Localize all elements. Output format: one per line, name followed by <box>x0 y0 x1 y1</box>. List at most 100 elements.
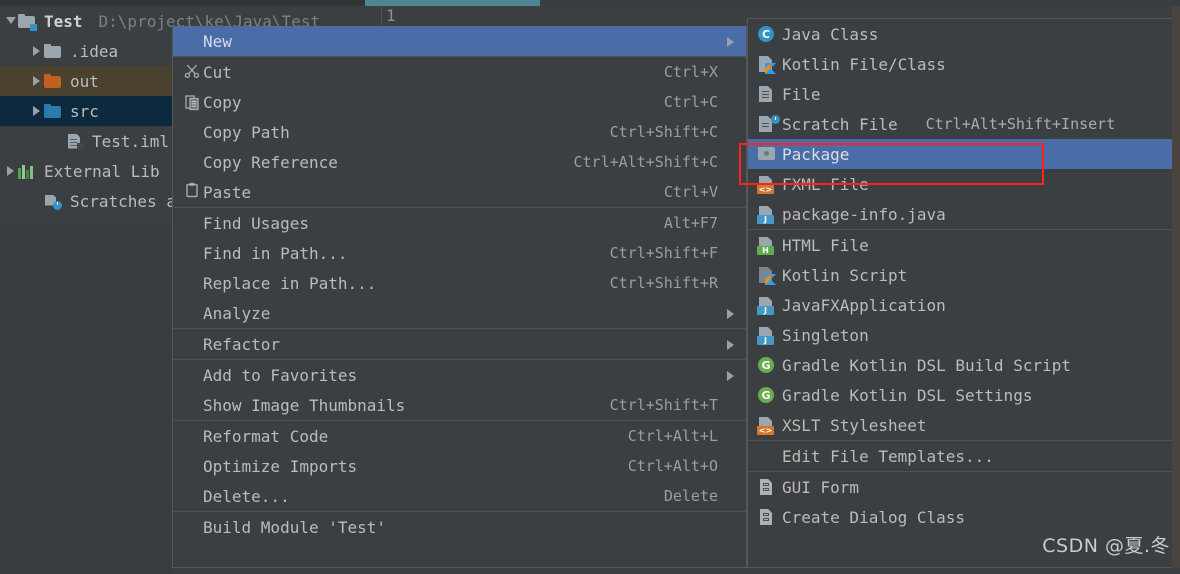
menu-item-shortcut: Ctrl+Alt+Shift+C <box>573 153 719 171</box>
gui-form-icon <box>756 478 782 496</box>
new-item-file[interactable]: File <box>748 79 1172 109</box>
menu-item-shortcut: Ctrl+Shift+F <box>609 244 718 262</box>
context-menu-items: New Cut Ctrl+X Copy Ctrl+C Copy Path Ctrl+Shif… <box>173 26 746 542</box>
menu-item-show-image-thumbnails[interactable]: Show Image Thumbnails Ctrl+Shift+T <box>173 390 746 420</box>
new-item-label: Singleton <box>782 325 869 345</box>
tab-partial-label[interactable]: 1 <box>386 6 396 25</box>
menu-item-reformat-code[interactable]: Reformat Code Ctrl+Alt+L <box>173 421 746 451</box>
tree-item-label: src <box>70 101 99 121</box>
menu-item-refactor[interactable]: Refactor <box>173 329 746 359</box>
new-item-scratch-file[interactable]: Scratch File Ctrl+Alt+Shift+Insert <box>748 109 1172 139</box>
new-item-label: Create Dialog Class <box>782 507 966 527</box>
new-item-label: File <box>782 84 821 104</box>
menu-item-label: Copy Reference <box>203 152 338 172</box>
new-item-gradle-kotlin-dsl-settings[interactable]: G Gradle Kotlin DSL Settings <box>748 380 1172 410</box>
new-item-create-dialog-class[interactable]: Create Dialog Class <box>748 502 1172 532</box>
new-submenu[interactable]: C Java Class Kotlin File/Class File Scratch … <box>747 18 1173 568</box>
package-icon <box>756 145 782 163</box>
menu-item-shortcut: Ctrl+Shift+R <box>609 274 718 292</box>
kotlin-script-icon <box>756 266 782 285</box>
chevron-right-icon <box>52 134 66 148</box>
new-item-package[interactable]: Package <box>748 139 1172 169</box>
chevron-right-icon[interactable] <box>4 164 18 178</box>
new-item-javafxapplication[interactable]: J JavaFXApplication <box>748 290 1172 320</box>
menu-item-label: Build Module 'Test' <box>203 517 387 537</box>
new-item-label: XSLT Stylesheet <box>782 415 927 435</box>
new-item-label: Kotlin Script <box>782 265 908 285</box>
context-menu[interactable]: New Cut Ctrl+X Copy Ctrl+C Copy Path Ctrl+Shif… <box>172 26 747 568</box>
java-file-icon: J <box>756 205 782 224</box>
new-item-fxml-file[interactable]: <> FXML File <box>748 169 1172 199</box>
chevron-right-icon[interactable] <box>30 104 44 118</box>
menu-item-copy-path[interactable]: Copy Path Ctrl+Shift+C <box>173 117 746 147</box>
menu-item-label: Optimize Imports <box>203 456 358 476</box>
menu-item-build-module-test[interactable]: Build Module 'Test' <box>173 512 746 542</box>
tree-item-label: External Lib <box>44 161 160 181</box>
watermark-text: CSDN @夏.冬 <box>1042 535 1170 557</box>
scissors-icon <box>184 63 200 82</box>
menu-item-find-in-path[interactable]: Find in Path... Ctrl+Shift+F <box>173 238 746 268</box>
new-item-kotlin-script[interactable]: Kotlin Script <box>748 260 1172 290</box>
new-item-label: FXML File <box>782 174 869 194</box>
menu-item-shortcut: Ctrl+V <box>663 183 718 201</box>
menu-item-label: Replace in Path... <box>203 273 377 293</box>
chevron-down-icon[interactable] <box>4 14 18 28</box>
new-item-label: GUI Form <box>782 477 860 497</box>
paste-icon <box>184 182 200 202</box>
no-icon <box>756 447 782 465</box>
new-item-label: Kotlin File/Class <box>782 54 946 74</box>
new-item-label: Package <box>782 144 850 164</box>
menu-item-optimize-imports[interactable]: Optimize Imports Ctrl+Alt+O <box>173 451 746 481</box>
menu-item-label: Copy <box>203 92 242 112</box>
menu-item-label: Copy Path <box>203 122 290 142</box>
menu-item-shortcut: Ctrl+Alt+O <box>627 457 718 475</box>
new-item-java-class[interactable]: C Java Class <box>748 19 1172 49</box>
new-item-html-file[interactable]: H HTML File <box>748 230 1172 260</box>
chevron-right-icon[interactable] <box>30 74 44 88</box>
tree-item-label: out <box>70 71 99 91</box>
menu-item-shortcut: Ctrl+Shift+T <box>609 396 718 414</box>
new-item-label: Scratch File <box>782 114 898 134</box>
menu-item-label: Add to Favorites <box>203 365 358 385</box>
menu-item-paste[interactable]: Paste Ctrl+V <box>173 177 746 207</box>
new-item-edit-file-templates[interactable]: Edit File Templates... <box>748 441 1172 471</box>
right-gutter <box>1172 6 1180 568</box>
tree-item-label: Test.iml <box>92 131 170 151</box>
menu-item-shortcut: Ctrl+C <box>663 93 718 111</box>
module-badge-icon <box>30 23 37 31</box>
new-item-label: Gradle Kotlin DSL Settings <box>782 385 1033 405</box>
gradle-icon: G <box>756 356 782 374</box>
menu-item-find-usages[interactable]: Find Usages Alt+F7 <box>173 208 746 238</box>
menu-item-label: Reformat Code <box>203 426 329 446</box>
new-item-package-info-java[interactable]: Jpackage-info.java <box>748 199 1172 229</box>
scratches-icon <box>44 194 62 210</box>
menu-item-cut[interactable]: Cut Ctrl+X <box>173 57 746 87</box>
html-file-icon: H <box>756 236 782 255</box>
menu-item-replace-in-path[interactable]: Replace in Path... Ctrl+Shift+R <box>173 268 746 298</box>
menu-item-copy-reference[interactable]: Copy Reference Ctrl+Alt+Shift+C <box>173 147 746 177</box>
chevron-right-icon[interactable] <box>30 44 44 58</box>
menu-item-delete[interactable]: Delete... Delete <box>173 481 746 511</box>
new-item-xslt-stylesheet[interactable]: <> XSLT Stylesheet <box>748 410 1172 440</box>
menu-item-label: New <box>203 31 232 51</box>
libraries-icon <box>18 164 36 179</box>
menu-item-copy[interactable]: Copy Ctrl+C <box>173 87 746 117</box>
menu-item-label: Find in Path... <box>203 243 348 263</box>
menu-item-new[interactable]: New <box>173 26 746 56</box>
file-icon <box>756 85 782 103</box>
menu-item-add-to-favorites[interactable]: Add to Favorites <box>173 360 746 390</box>
menu-item-label: Show Image Thumbnails <box>203 395 406 415</box>
menu-item-analyze[interactable]: Analyze <box>173 298 746 328</box>
new-item-singleton[interactable]: J Singleton <box>748 320 1172 350</box>
tree-item-label: Scratches a <box>70 191 176 211</box>
tree-item-label: Test <box>44 11 83 31</box>
new-item-gui-form[interactable]: GUI Form <box>748 472 1172 502</box>
java-file-icon: J <box>756 296 782 315</box>
new-item-gradle-kotlin-dsl-build-script[interactable]: G Gradle Kotlin DSL Build Script <box>748 350 1172 380</box>
gui-form-icon <box>756 508 782 526</box>
menu-item-shortcut: Alt+F7 <box>663 214 718 232</box>
kotlin-file-icon <box>756 55 782 74</box>
new-item-kotlin-file-class[interactable]: Kotlin File/Class <box>748 49 1172 79</box>
new-item-label: Gradle Kotlin DSL Build Script <box>782 355 1071 375</box>
iml-file-icon <box>66 134 84 149</box>
